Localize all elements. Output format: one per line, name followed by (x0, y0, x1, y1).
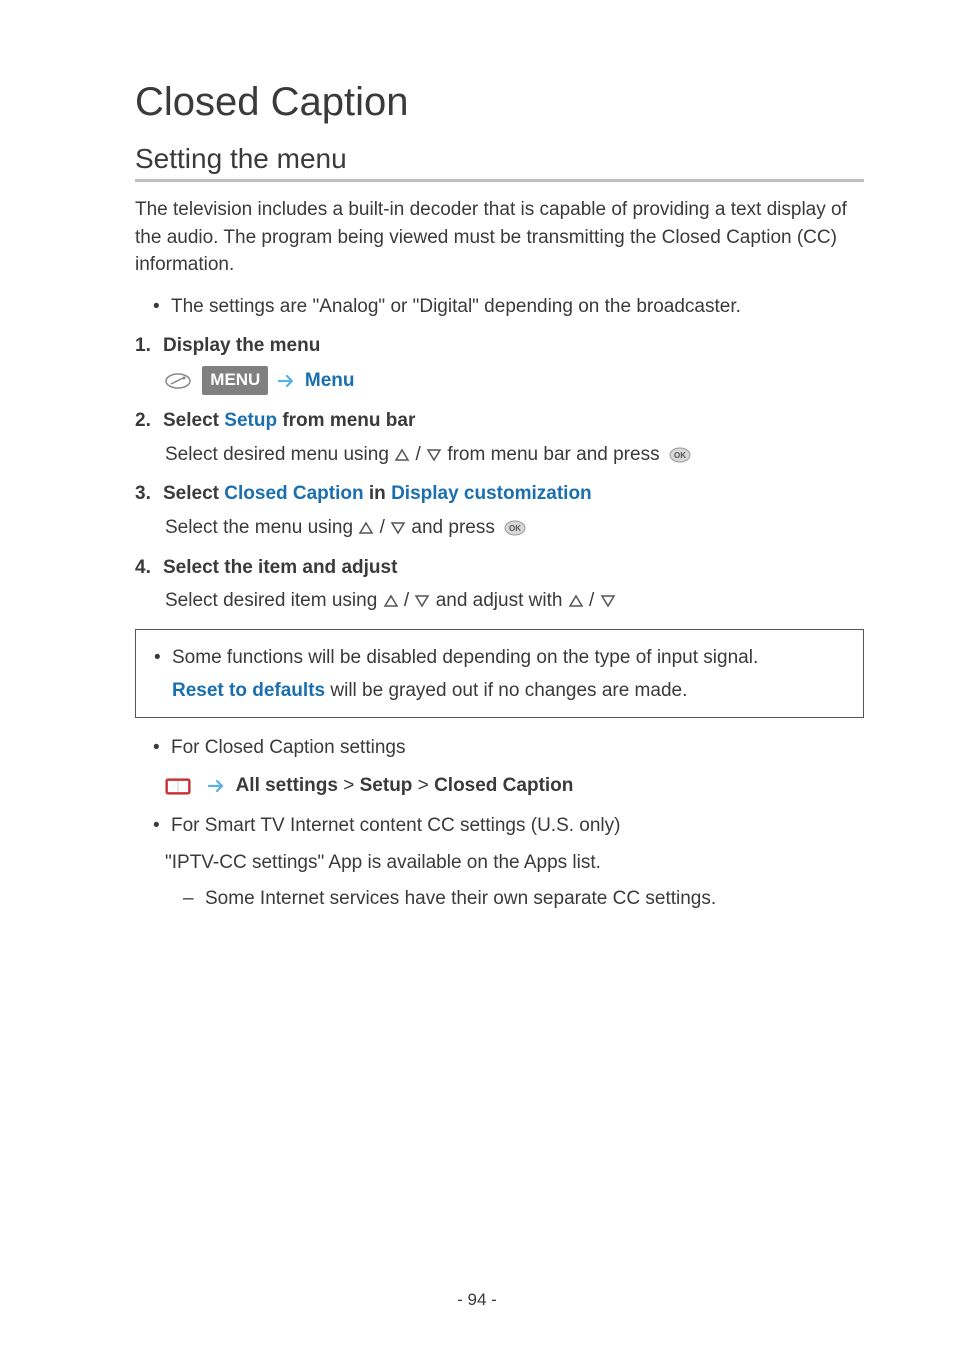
remote-icon (165, 372, 191, 390)
step-number: 1. (135, 332, 163, 360)
arrow-right-icon (208, 779, 226, 793)
text: and press (411, 517, 500, 538)
svg-text:OK: OK (674, 451, 686, 460)
book-icon (165, 776, 195, 796)
step-3-sub: Select the menu using / and press OK (165, 514, 864, 542)
bullet-analog-digital: • The settings are "Analog" or "Digital"… (135, 293, 864, 321)
breadcrumb-closed-caption[interactable]: Closed Caption (434, 775, 573, 796)
arrow-right-icon (278, 374, 296, 388)
section-heading: Setting the menu (135, 143, 864, 182)
page-number: - 94 - (0, 1290, 954, 1310)
menu-link[interactable]: Menu (305, 370, 355, 391)
step-2: 2. Select Setup from menu bar (135, 407, 864, 435)
breadcrumb-sep: > (338, 775, 360, 796)
text: Select desired menu using (165, 444, 394, 465)
bullet-cc-settings: • For Closed Caption settings (135, 734, 864, 762)
svg-text:OK: OK (509, 524, 521, 533)
step-1-menu-path: MENU Menu (165, 366, 864, 396)
step-number: 3. (135, 480, 163, 508)
text: Select the menu using (165, 517, 358, 538)
note-box: • Some functions will be disabled depend… (135, 629, 864, 718)
step-number: 2. (135, 407, 163, 435)
bullet-smart-tv: • For Smart TV Internet content CC setti… (135, 812, 864, 840)
text: / (404, 590, 415, 611)
text: / (415, 444, 426, 465)
bullet-dot-icon: • (154, 644, 172, 672)
text: from menu bar and press (447, 444, 665, 465)
note-line-1: Some functions will be disabled dependin… (172, 644, 758, 672)
breadcrumb-setup[interactable]: Setup (360, 775, 413, 796)
triangle-down-icon (600, 594, 616, 608)
triangle-down-icon (390, 521, 406, 535)
breadcrumb-all-settings[interactable]: All settings (236, 775, 338, 796)
setup-link[interactable]: Setup (224, 410, 277, 431)
triangle-up-icon (568, 594, 584, 608)
breadcrumb-sep: > (412, 775, 434, 796)
bullet-text: The settings are "Analog" or "Digital" d… (171, 293, 741, 321)
menu-chip: MENU (202, 366, 268, 396)
bullet-dot-icon: • (153, 293, 171, 321)
triangle-up-icon (394, 448, 410, 462)
triangle-up-icon (358, 521, 374, 535)
text: in (364, 483, 391, 504)
note-line-2-suffix: will be grayed out if no changes are mad… (325, 680, 687, 701)
text: Select (163, 483, 224, 504)
ok-button-icon: OK (669, 447, 691, 463)
text: Select desired item using (165, 590, 383, 611)
smart-tv-dash-item: – Some Internet services have their own … (183, 885, 864, 913)
step-4: 4. Select the item and adjust (135, 554, 864, 582)
step-label: Display the menu (163, 332, 864, 360)
text: / (589, 590, 600, 611)
page-title: Closed Caption (135, 80, 864, 125)
step-label: Select Closed Caption in Display customi… (163, 480, 864, 508)
dash-icon: – (183, 885, 205, 913)
step-label: Select Setup from menu bar (163, 407, 864, 435)
text: from menu bar (277, 410, 415, 431)
closed-caption-link[interactable]: Closed Caption (224, 483, 363, 504)
triangle-down-icon (414, 594, 430, 608)
text: / (380, 517, 391, 538)
text: Select (163, 410, 224, 431)
bullet-dot-icon: • (153, 812, 171, 840)
bullet-dot-icon: • (153, 734, 171, 762)
step-4-sub: Select desired item using / and adjust w… (165, 587, 864, 615)
display-customization-link[interactable]: Display customization (391, 483, 592, 504)
step-2-sub: Select desired menu using / from menu ba… (165, 441, 864, 469)
step-number: 4. (135, 554, 163, 582)
step-1: 1. Display the menu (135, 332, 864, 360)
breadcrumb-reference: All settings > Setup > Closed Caption (165, 771, 864, 801)
step-label: Select the item and adjust (163, 554, 864, 582)
step-3: 3. Select Closed Caption in Display cust… (135, 480, 864, 508)
triangle-down-icon (426, 448, 442, 462)
intro-paragraph: The television includes a built-in decod… (135, 196, 864, 279)
smart-tv-sub: "IPTV-CC settings" App is available on t… (165, 849, 864, 877)
bullet-text: For Smart TV Internet content CC setting… (171, 812, 620, 840)
text: and adjust with (436, 590, 568, 611)
dash-text: Some Internet services have their own se… (205, 885, 716, 913)
bullet-text: For Closed Caption settings (171, 734, 405, 762)
reset-to-defaults-link[interactable]: Reset to defaults (172, 680, 325, 701)
ok-button-icon: OK (504, 520, 526, 536)
triangle-up-icon (383, 594, 399, 608)
